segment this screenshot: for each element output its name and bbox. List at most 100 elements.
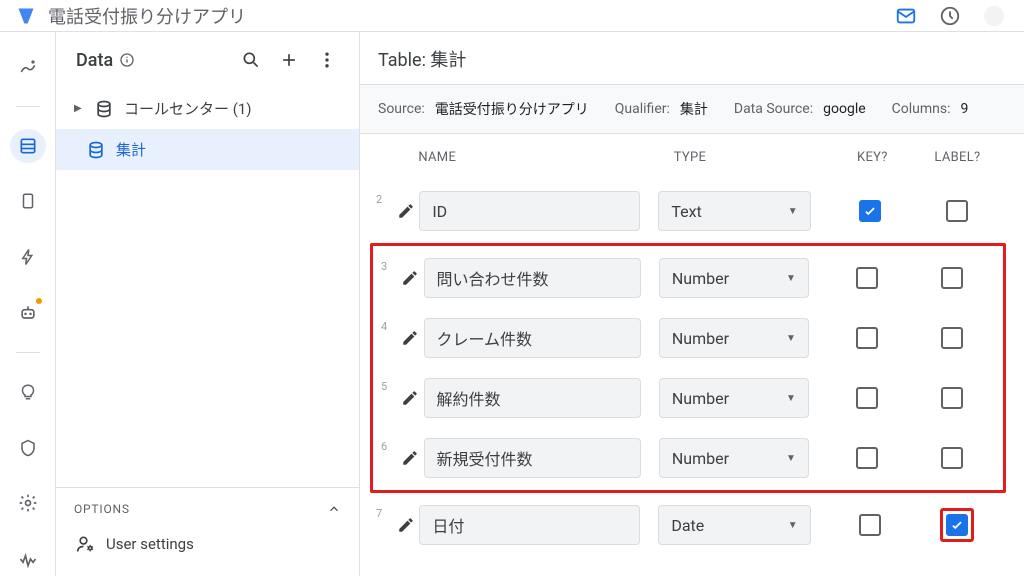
meta-qualifier: 集計: [680, 99, 708, 119]
row-number: 4: [381, 318, 397, 333]
header-label[interactable]: LABEL?: [915, 150, 1000, 165]
column-name-field[interactable]: 解約件数: [424, 378, 641, 418]
database-icon: [86, 140, 106, 160]
column-headers: NAME TYPE KEY? LABEL?: [360, 134, 1024, 181]
main-area: Table: 集計 Source: 電話受付振り分けアプリ Qualifier:…: [360, 32, 1024, 576]
meta-source: 電話受付振り分けアプリ: [435, 99, 589, 119]
checkbox[interactable]: [946, 200, 968, 222]
nav-security[interactable]: [10, 431, 46, 465]
nav-automation[interactable]: [10, 296, 46, 330]
user-settings-icon: [76, 534, 96, 554]
column-name-field[interactable]: 新規受付件数: [424, 438, 641, 478]
meta-columns: 9: [961, 101, 969, 117]
table-title: Table: 集計: [360, 32, 1024, 85]
row-number: 3: [381, 258, 397, 273]
row-number: 2: [376, 191, 392, 206]
info-icon[interactable]: [119, 52, 135, 68]
edit-icon[interactable]: [397, 385, 423, 411]
panel-title: Data: [76, 50, 229, 71]
column-name-field[interactable]: ID: [419, 191, 640, 231]
column-name-field[interactable]: 日付: [419, 505, 640, 545]
nav-home[interactable]: [10, 50, 46, 84]
edit-icon[interactable]: [397, 445, 423, 471]
caret-down-icon: ▼: [786, 273, 796, 284]
column-type-select[interactable]: Number▼: [659, 258, 809, 298]
rail-divider: [16, 352, 40, 353]
checkbox[interactable]: [941, 327, 963, 349]
topbar: 電話受付振り分けアプリ: [0, 0, 1024, 32]
row-number: 7: [376, 505, 392, 520]
caret-down-icon: ▼: [786, 393, 796, 404]
nav-actions[interactable]: [10, 240, 46, 274]
caret-down-icon: ▼: [786, 333, 796, 344]
app-title: 電話受付振り分けアプリ: [48, 3, 880, 29]
column-name-field[interactable]: 問い合わせ件数: [424, 258, 641, 298]
column-row: 5 解約件数 Number▼: [375, 368, 1001, 428]
highlight-box: [940, 508, 974, 542]
nav-views[interactable]: [10, 185, 46, 219]
options-section: OPTIONS User settings: [56, 487, 359, 576]
checkbox[interactable]: [946, 514, 968, 536]
column-type-select[interactable]: Number▼: [659, 318, 809, 358]
search-icon[interactable]: [237, 46, 265, 74]
add-icon[interactable]: [275, 46, 303, 74]
tree-root-label: コールセンター (1): [124, 98, 252, 119]
checkbox[interactable]: [856, 327, 878, 349]
checkbox[interactable]: [941, 387, 963, 409]
account-icon[interactable]: [980, 2, 1008, 30]
column-name-field[interactable]: クレーム件数: [424, 318, 641, 358]
topbar-actions: [892, 2, 1008, 30]
checkbox[interactable]: [856, 267, 878, 289]
options-header[interactable]: OPTIONS: [74, 502, 341, 526]
app-logo: [16, 6, 36, 26]
checkbox[interactable]: [941, 267, 963, 289]
nav-settings[interactable]: [10, 486, 46, 520]
checkbox[interactable]: [941, 447, 963, 469]
edit-icon[interactable]: [393, 198, 419, 224]
caret-down-icon: ▼: [788, 520, 798, 531]
meta-bar: Source: 電話受付振り分けアプリ Qualifier: 集計 Data S…: [360, 85, 1024, 134]
column-type-select[interactable]: Text▼: [658, 191, 810, 231]
edit-icon[interactable]: [397, 325, 423, 351]
column-row: 3 問い合わせ件数 Number▼: [375, 248, 1001, 308]
user-settings-label: User settings: [106, 535, 194, 553]
header-name[interactable]: NAME: [418, 150, 641, 165]
meta-datasource: google: [823, 101, 866, 117]
edit-icon[interactable]: [393, 512, 419, 538]
checkbox[interactable]: [856, 447, 878, 469]
nav-rail: [0, 32, 56, 576]
checkbox[interactable]: [856, 387, 878, 409]
database-icon: [94, 99, 114, 119]
user-settings-item[interactable]: User settings: [74, 526, 341, 562]
checkbox[interactable]: [859, 200, 881, 222]
column-type-select[interactable]: Number▼: [659, 378, 809, 418]
nav-data[interactable]: [10, 129, 46, 163]
column-type-select[interactable]: Number▼: [659, 438, 809, 478]
mail-icon[interactable]: [892, 2, 920, 30]
checkbox[interactable]: [859, 514, 881, 536]
column-row: 6 新規受付件数 Number▼: [375, 428, 1001, 488]
column-row: 2 ID Text▼: [370, 181, 1006, 241]
history-icon[interactable]: [936, 2, 964, 30]
chevron-up-icon: [327, 502, 341, 516]
edit-icon[interactable]: [397, 265, 423, 291]
tree-child-item[interactable]: 集計: [56, 129, 359, 170]
caret-right-icon: ▶: [74, 103, 84, 114]
tree-child-label: 集計: [116, 139, 146, 160]
header-type[interactable]: TYPE: [674, 150, 830, 165]
nav-intelligence[interactable]: [10, 375, 46, 409]
caret-down-icon: ▼: [788, 206, 798, 217]
caret-down-icon: ▼: [786, 453, 796, 464]
data-panel: Data ▶ コールセンター (1) 集計: [56, 32, 360, 576]
header-key[interactable]: KEY?: [830, 150, 915, 165]
tree-root-item[interactable]: ▶ コールセンター (1): [56, 88, 359, 129]
row-number: 6: [381, 438, 397, 453]
row-number: 5: [381, 378, 397, 393]
rail-divider: [16, 106, 40, 107]
more-icon[interactable]: [313, 46, 341, 74]
data-tree: ▶ コールセンター (1) 集計: [56, 88, 359, 487]
highlight-group: 3 問い合わせ件数 Number▼ 4 クレーム件数 Number▼ 5 解約件…: [370, 243, 1006, 493]
column-row: 4 クレーム件数 Number▼: [375, 308, 1001, 368]
nav-manage[interactable]: [10, 542, 46, 576]
column-type-select[interactable]: Date▼: [658, 505, 810, 545]
